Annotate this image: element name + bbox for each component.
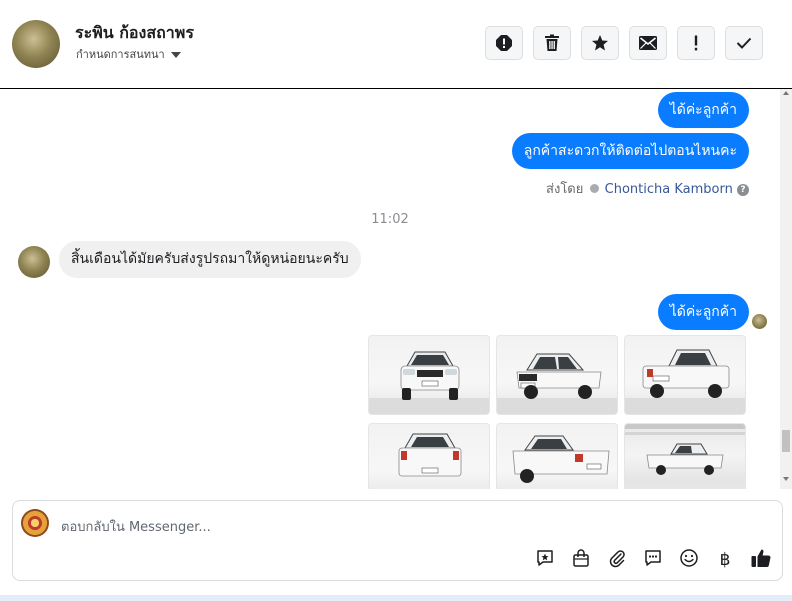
star-icon (591, 34, 609, 52)
attach-icon (607, 548, 627, 572)
payment-button[interactable]: ฿ (714, 549, 736, 571)
car-photo[interactable] (496, 423, 618, 489)
scroll-thumb[interactable] (782, 430, 790, 452)
check-icon (736, 37, 752, 49)
spam-icon (495, 34, 513, 52)
like-icon (750, 547, 772, 573)
star-button[interactable] (581, 26, 619, 60)
saved-reply-button[interactable] (534, 549, 556, 571)
spam-button[interactable] (485, 26, 523, 60)
like-button[interactable] (750, 549, 772, 571)
mark-done-button[interactable] (725, 26, 763, 60)
baht-icon: ฿ (719, 550, 731, 570)
assign-conversation-dropdown[interactable]: กำหนดการสนทนา (76, 45, 181, 63)
reply-composer[interactable]: ตอบกลับใน Messenger... ฿ (12, 500, 783, 581)
emoji-button[interactable] (678, 549, 700, 571)
chat-scrollbar[interactable] (780, 89, 792, 489)
exclamation-icon (693, 35, 699, 51)
page-avatar (21, 509, 49, 537)
delete-button[interactable] (533, 26, 571, 60)
mail-icon (639, 36, 657, 50)
contact-name[interactable]: ระพิน ก้องสถาพร (75, 21, 194, 46)
car-photo[interactable] (368, 423, 490, 489)
outgoing-message[interactable]: ลูกค้าสะดวกให้ติดต่อไปตอนไหนคะ (511, 133, 749, 169)
car-photo[interactable] (368, 335, 490, 415)
outgoing-message[interactable]: ได้ค่ะลูกค้า (657, 92, 749, 128)
sent-by-line: ส่งโดย Chonticha Kamborn ? (546, 178, 749, 199)
assign-conversation-label: กำหนดการสนทนา (76, 48, 165, 61)
mark-unread-button[interactable] (629, 26, 667, 60)
outgoing-message[interactable]: ได้ค่ะลูกค้า (657, 294, 749, 330)
scroll-down-arrow-icon[interactable] (783, 477, 789, 481)
reply-input[interactable]: ตอบกลับใน Messenger... (61, 516, 211, 537)
bottom-edge (0, 595, 792, 601)
chat-bubble-icon (643, 548, 663, 572)
scroll-up-arrow-icon[interactable] (783, 91, 789, 95)
car-photo[interactable] (496, 335, 618, 415)
caret-down-icon (170, 52, 181, 58)
customer-avatar[interactable] (18, 246, 50, 278)
follow-up-button[interactable] (677, 26, 715, 60)
shopping-bag-icon (571, 548, 591, 572)
car-photo[interactable] (624, 423, 746, 489)
incoming-message[interactable]: สิ้นเดือนได้มัยครับส่งรูปรถมาให้ดูหน่อยน… (59, 241, 361, 278)
shop-button[interactable] (570, 549, 592, 571)
contact-avatar[interactable] (12, 20, 60, 68)
emoji-icon (679, 548, 699, 572)
conversation-header: ระพิน ก้องสถาพร กำหนดการสนทนา (0, 0, 792, 89)
read-receipt-avatar (752, 314, 767, 329)
attach-button[interactable] (606, 549, 628, 571)
message-timestamp: 11:02 (371, 212, 409, 227)
quick-reply-button[interactable] (642, 549, 664, 571)
verified-icon (589, 184, 599, 193)
message-thread[interactable]: ได้ค่ะลูกค้า ลูกค้าสะดวกให้ติดต่อไปตอนไห… (0, 89, 780, 489)
sent-by-label: ส่งโดย (546, 182, 584, 197)
saved-reply-icon (535, 548, 555, 572)
car-photo[interactable] (624, 335, 746, 415)
help-icon[interactable]: ? (737, 184, 749, 196)
sender-name[interactable]: Chonticha Kamborn (605, 182, 733, 197)
trash-icon (544, 34, 560, 52)
